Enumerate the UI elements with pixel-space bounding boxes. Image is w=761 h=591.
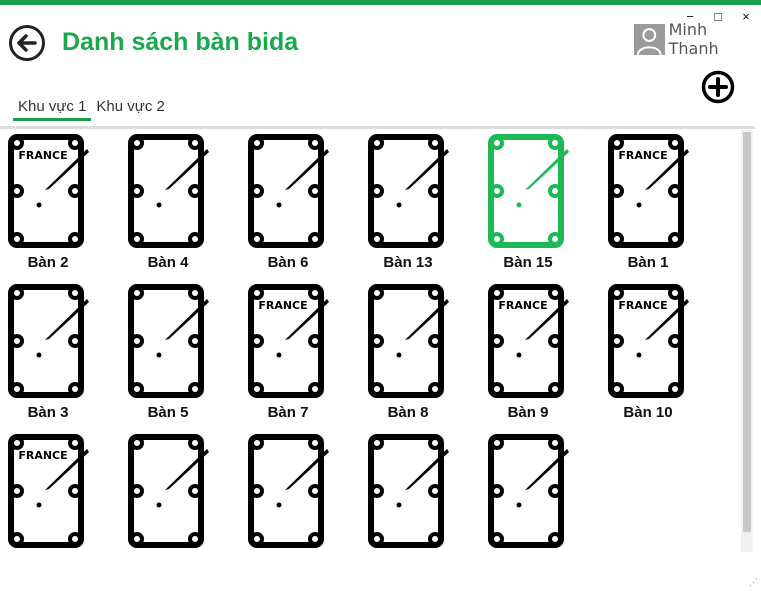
billiard-table-icon: FRANCE bbox=[608, 134, 689, 248]
billiard-table-icon bbox=[248, 134, 329, 248]
billiard-table-icon bbox=[248, 434, 329, 548]
table-brand-label: FRANCE bbox=[18, 449, 67, 462]
billiard-table[interactable] bbox=[473, 430, 583, 555]
table-label: Bàn 15 bbox=[503, 254, 553, 271]
billiard-table[interactable]: FRANCE Bàn 2 bbox=[0, 130, 103, 271]
billiard-table-icon bbox=[488, 434, 569, 548]
billiard-table-icon bbox=[128, 284, 209, 398]
table-label: Bàn 2 bbox=[27, 254, 69, 271]
table-brand-label: FRANCE bbox=[258, 299, 307, 312]
tab-khu-vuc-2[interactable]: Khu vực 2 bbox=[91, 98, 169, 121]
back-arrow-icon[interactable] bbox=[8, 24, 46, 62]
billiard-table-icon bbox=[128, 134, 209, 248]
billiard-table[interactable]: FRANCE Bàn 1 bbox=[593, 130, 703, 271]
resize-grip-icon[interactable]: ⋰ bbox=[749, 577, 758, 588]
tab-divider bbox=[0, 126, 755, 129]
billiard-table-icon bbox=[368, 434, 449, 548]
table-brand-label: FRANCE bbox=[618, 299, 667, 312]
table-label: Bàn 8 bbox=[387, 404, 429, 421]
table-brand-label: FRANCE bbox=[18, 149, 67, 162]
area-tabs: Khu vực 1 Khu vực 2 bbox=[13, 98, 170, 121]
billiard-table[interactable]: Bàn 15 bbox=[473, 130, 583, 271]
table-label: Bàn 5 bbox=[147, 404, 189, 421]
billiard-table-icon: FRANCE bbox=[608, 284, 689, 398]
window-top-bar bbox=[0, 0, 761, 5]
billiard-table-icon bbox=[488, 134, 569, 248]
billiard-table[interactable]: FRANCE Bàn 7 bbox=[233, 280, 343, 421]
billiard-table[interactable]: FRANCE Bàn 10 bbox=[593, 280, 703, 421]
user-account[interactable]: Minh Thanh bbox=[634, 20, 761, 58]
billiard-table-icon: FRANCE bbox=[248, 284, 329, 398]
billiard-table-icon: FRANCE bbox=[488, 284, 569, 398]
table-label: Bàn 4 bbox=[147, 254, 189, 271]
billiard-table[interactable] bbox=[233, 430, 343, 555]
scroll-thumb[interactable] bbox=[743, 132, 751, 532]
table-label: Bàn 7 bbox=[267, 404, 309, 421]
table-brand-label: FRANCE bbox=[498, 299, 547, 312]
billiard-table[interactable]: Bàn 4 bbox=[113, 130, 223, 271]
billiard-table-icon bbox=[368, 284, 449, 398]
billiard-table[interactable]: Bàn 6 bbox=[233, 130, 343, 271]
billiard-table-icon bbox=[8, 284, 89, 398]
table-label: Bàn 10 bbox=[623, 404, 673, 421]
billiard-table[interactable]: Bàn 13 bbox=[353, 130, 463, 271]
billiard-table[interactable]: FRANCE bbox=[0, 430, 103, 555]
billiard-table-icon: FRANCE bbox=[8, 134, 89, 248]
vertical-scrollbar[interactable] bbox=[741, 130, 753, 552]
table-label: Bàn 3 bbox=[27, 404, 69, 421]
billiard-table-icon bbox=[368, 134, 449, 248]
billiard-table[interactable] bbox=[353, 430, 463, 555]
billiard-table[interactable]: Bàn 8 bbox=[353, 280, 463, 421]
billiard-table[interactable]: Bàn 3 bbox=[0, 280, 103, 421]
billiard-table[interactable] bbox=[113, 430, 223, 555]
table-label: Bàn 1 bbox=[627, 254, 669, 271]
billiard-table-icon bbox=[128, 434, 209, 548]
billiard-table-icon: FRANCE bbox=[8, 434, 89, 548]
add-table-icon[interactable] bbox=[701, 70, 735, 104]
table-brand-label: FRANCE bbox=[618, 149, 667, 162]
table-label: Bàn 13 bbox=[383, 254, 433, 271]
table-label: Bàn 6 bbox=[267, 254, 309, 271]
billiard-table[interactable]: Bàn 5 bbox=[113, 280, 223, 421]
user-name: Minh Thanh bbox=[668, 20, 719, 58]
page-title: Danh sách bàn bida bbox=[62, 28, 299, 56]
avatar bbox=[634, 23, 665, 55]
billiard-table[interactable]: FRANCE Bàn 9 bbox=[473, 280, 583, 421]
tab-khu-vuc-1[interactable]: Khu vực 1 bbox=[13, 98, 92, 121]
table-label: Bàn 9 bbox=[507, 404, 549, 421]
table-grid: FRANCE Bàn 2 Bàn 4 Bàn 6 Bàn 13 Bàn 15 FRANCE B… bbox=[0, 130, 740, 555]
